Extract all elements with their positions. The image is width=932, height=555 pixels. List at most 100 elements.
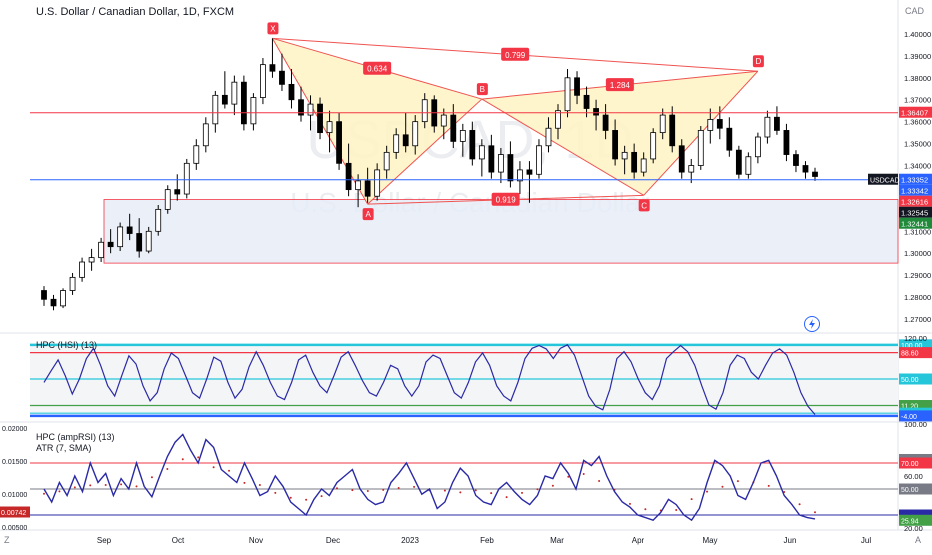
atr-dot bbox=[243, 481, 246, 484]
atr-title[interactable]: ATR (7, SMA) bbox=[36, 443, 91, 453]
amprsi-tick-label: 100.00 bbox=[904, 420, 927, 429]
atr-dot bbox=[736, 480, 739, 483]
lightning-icon[interactable] bbox=[804, 316, 820, 332]
candle-body bbox=[336, 121, 342, 164]
amprsi-title[interactable]: HPC (ampRSI) (13) bbox=[36, 432, 115, 442]
candle-body bbox=[545, 127, 552, 147]
candle-body bbox=[564, 77, 571, 112]
hsi-title[interactable]: HPC (HSI) (13) bbox=[36, 340, 97, 350]
pivot-label-x: X bbox=[270, 24, 276, 33]
candle-body bbox=[126, 226, 133, 234]
candle-body bbox=[88, 257, 95, 263]
candle-body bbox=[517, 169, 523, 182]
candle-body bbox=[583, 94, 590, 109]
candle-body bbox=[793, 154, 799, 166]
candle-body bbox=[183, 162, 190, 195]
symbol-title[interactable]: U.S. Dollar / Canadian Dollar, 1D, FXCM bbox=[36, 6, 234, 18]
candle-body bbox=[345, 162, 352, 191]
atr-dot bbox=[104, 483, 107, 486]
atr-dot bbox=[397, 486, 400, 489]
candle-body bbox=[697, 130, 704, 166]
price-tick-label: 1.34000 bbox=[904, 162, 931, 171]
atr-dot bbox=[706, 490, 709, 493]
price-tick-label: 1.35000 bbox=[904, 140, 931, 149]
time-tick-label: Oct bbox=[172, 536, 185, 545]
candle-body bbox=[469, 130, 476, 160]
price-tick-label: 1.29000 bbox=[904, 271, 931, 280]
atr-dot bbox=[459, 491, 462, 494]
atr-dot bbox=[320, 495, 323, 498]
time-tick-label: Jun bbox=[784, 536, 797, 545]
chart-canvas: USDCAD, 1D U.S. Dollar / Canadian Dollar… bbox=[0, 0, 932, 550]
candle-body bbox=[260, 64, 266, 98]
candle-body bbox=[98, 241, 105, 259]
candle-body bbox=[774, 116, 780, 131]
candle-body bbox=[393, 134, 400, 153]
candle-body bbox=[602, 114, 609, 131]
support-zone-rect bbox=[103, 199, 899, 264]
candle-body bbox=[231, 81, 238, 105]
time-tick-label: May bbox=[702, 536, 717, 545]
pivot-label-c: C bbox=[641, 201, 647, 210]
candle-body bbox=[716, 119, 723, 129]
candle-body bbox=[155, 208, 162, 232]
candle-body bbox=[202, 123, 209, 147]
time-tick-label: Sep bbox=[97, 536, 112, 545]
candle-body bbox=[355, 180, 362, 191]
ratio-label: 0.634 bbox=[367, 65, 388, 74]
candle-body bbox=[659, 114, 666, 134]
atr-dot bbox=[721, 485, 724, 488]
time-tick-label: Jul bbox=[861, 536, 871, 545]
atr-dot bbox=[335, 487, 338, 490]
atr-dot bbox=[150, 476, 153, 479]
price-tag-label: 1.32441 bbox=[901, 220, 928, 229]
time-tick-label: 2023 bbox=[401, 536, 419, 545]
candle-body bbox=[107, 241, 114, 248]
candle-body bbox=[212, 94, 219, 125]
hsi-pane: 100.0088.6050.0011.200.00-4.00120.00 bbox=[30, 334, 932, 422]
candle-body bbox=[735, 149, 742, 175]
candle-body bbox=[402, 134, 409, 147]
candle-body bbox=[536, 145, 542, 175]
atr-dot bbox=[690, 498, 693, 501]
ratio-label: 0.919 bbox=[496, 196, 517, 205]
support-zone[interactable] bbox=[103, 199, 899, 264]
amprsi-tick-label: 20.00 bbox=[904, 524, 923, 533]
candle-body bbox=[364, 180, 371, 197]
pivot-label-d: D bbox=[755, 57, 761, 66]
atr-dot bbox=[505, 496, 508, 499]
atr-dot bbox=[521, 491, 524, 494]
atr-dot bbox=[798, 503, 801, 506]
atr-tick-label: 0.01500 bbox=[2, 459, 27, 466]
atr-tick-label: 0.00500 bbox=[2, 525, 27, 532]
atr-dot bbox=[474, 489, 477, 492]
atr-dot bbox=[135, 485, 138, 488]
corner-right-label[interactable]: A bbox=[915, 535, 921, 545]
atr-dot bbox=[382, 488, 385, 491]
corner-left-label[interactable]: Z bbox=[4, 535, 10, 545]
atr-dot bbox=[58, 490, 61, 493]
atr-dot bbox=[582, 473, 585, 476]
atr-dot bbox=[181, 458, 184, 461]
hsi-level-label: 50.00 bbox=[901, 377, 919, 384]
time-tick-label: Mar bbox=[550, 536, 564, 545]
pivot-label-b: B bbox=[480, 85, 485, 94]
candle-body bbox=[174, 189, 181, 195]
candle-body bbox=[526, 169, 533, 175]
candle-body bbox=[326, 121, 333, 134]
candle-body bbox=[79, 261, 85, 278]
ratio-label: 1.284 bbox=[610, 81, 631, 90]
price-tick-label: 1.36000 bbox=[904, 118, 931, 127]
atr-dot bbox=[197, 456, 200, 459]
candle-body bbox=[69, 276, 76, 291]
candle-body bbox=[783, 130, 790, 155]
candle-body bbox=[669, 114, 676, 147]
hsi-level-label: 88.60 bbox=[901, 351, 919, 358]
candle-body bbox=[678, 145, 685, 173]
candle-body bbox=[383, 151, 390, 171]
price-tag-label: 1.32545 bbox=[901, 209, 928, 218]
price-tag-label: 1.33342 bbox=[901, 187, 928, 196]
candle-body bbox=[307, 103, 314, 116]
atr-dot bbox=[351, 489, 354, 492]
atr-dot bbox=[628, 502, 631, 505]
